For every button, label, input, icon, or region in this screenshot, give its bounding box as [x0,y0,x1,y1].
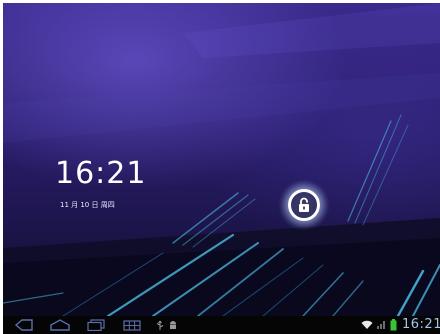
signal-icon [377,321,385,329]
android-notification[interactable] [167,318,179,332]
android-notification-icon [170,321,176,329]
screenshot-icon [123,320,141,331]
screenshot-button[interactable] [121,318,143,332]
status-bar-time: 16:21 [402,317,440,332]
back-icon [14,319,33,331]
lock-open-icon [299,197,309,212]
wifi-icon [361,320,373,329]
lockscreen-time: 16:21 [55,156,147,191]
recent-apps-button[interactable] [85,318,107,332]
home-button[interactable] [48,318,72,332]
unlock-button[interactable] [288,189,320,221]
lockscreen-date: 11 月 10 日 周四 [60,201,115,209]
lock-screen: 16:21 11 月 10 日 周四 16:21 [3,3,440,334]
recent-apps-icon [87,319,105,331]
usb-notification[interactable] [154,318,166,332]
usb-icon [156,320,164,330]
battery-icon [390,319,397,331]
back-button[interactable] [13,318,35,332]
system-bar: 16:21 [3,316,440,334]
home-icon [50,319,70,331]
